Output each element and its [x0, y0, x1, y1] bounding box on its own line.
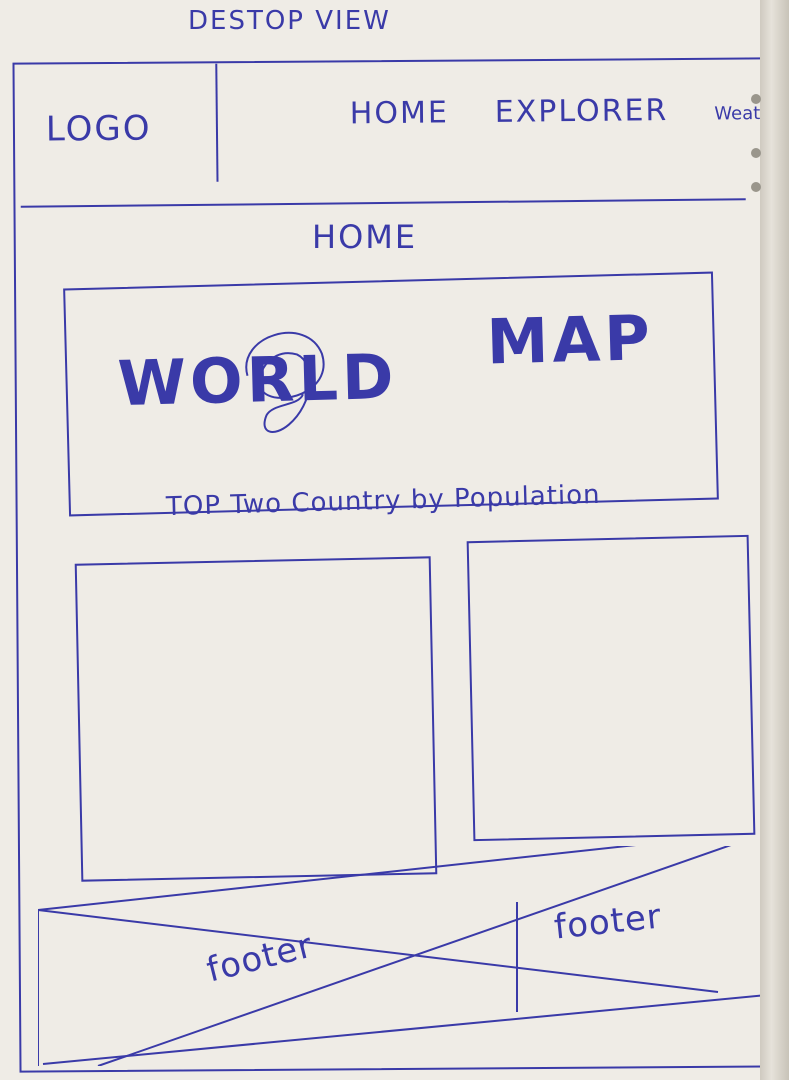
site-header: LOGO HOME EXPLORER Weather: [19, 58, 789, 208]
country-card-2[interactable]: [466, 534, 756, 842]
hero-word-world: WORLD: [116, 339, 399, 421]
nav-item-explorer[interactable]: EXPLORER: [495, 93, 669, 130]
country-card-1[interactable]: [74, 556, 438, 882]
hero-banner: WORLD MAP: [63, 271, 719, 517]
notebook-page: DESTOP VIEW LOGO HOME EXPLORER Weather H…: [0, 0, 789, 1080]
binding-hole: [751, 148, 761, 158]
binding-hole: [751, 94, 761, 104]
logo-text: LOGO: [45, 108, 152, 150]
view-title: DESTOP VIEW: [188, 6, 391, 36]
binding-hole: [751, 182, 761, 192]
notebook-binding: [760, 0, 789, 1080]
page-title: HOME: [312, 218, 418, 256]
nav-item-home[interactable]: HOME: [350, 95, 449, 131]
logo[interactable]: LOGO: [19, 63, 219, 184]
main-nav: HOME EXPLORER Weather: [350, 92, 789, 131]
hero-word-map: MAP: [485, 301, 655, 379]
